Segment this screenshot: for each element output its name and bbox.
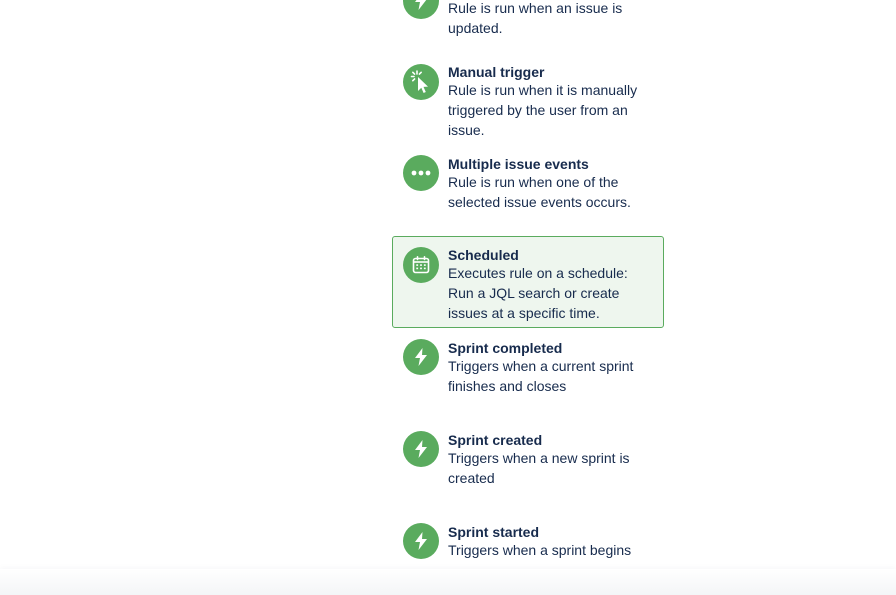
trigger-description: Executes rule on a schedule: Run a JQL s… xyxy=(448,265,628,321)
trigger-item-sprint-completed[interactable]: Sprint completed Triggers when a current… xyxy=(392,330,664,410)
trigger-item-sprint-started[interactable]: Sprint started Triggers when a sprint be… xyxy=(392,514,664,574)
more-dots-icon xyxy=(403,155,439,191)
calendar-icon xyxy=(403,247,439,283)
trigger-item-issue-updated[interactable]: Rule is run when an issue is updated. xyxy=(392,0,664,36)
trigger-description: Triggers when a new sprint is created xyxy=(448,450,630,486)
trigger-description: Rule is run when an issue is updated. xyxy=(448,0,623,36)
trigger-title: Manual trigger xyxy=(448,64,545,80)
trigger-picker: Rule is run when an issue is updated. Ma… xyxy=(0,0,896,595)
trigger-description: Rule is run when one of the selected iss… xyxy=(448,174,631,210)
trigger-item-multiple-issue-events[interactable]: Multiple issue events Rule is run when o… xyxy=(392,146,664,216)
lightning-icon xyxy=(403,431,439,467)
trigger-item-manual-trigger[interactable]: Manual trigger Rule is run when it is ma… xyxy=(392,54,664,142)
lightning-icon xyxy=(403,339,439,375)
trigger-item-scheduled[interactable]: Scheduled Executes rule on a schedule: R… xyxy=(392,236,664,328)
trigger-title: Sprint started xyxy=(448,524,540,540)
trigger-description: Rule is run when it is manually triggere… xyxy=(448,82,638,138)
trigger-description: Triggers when a current sprint finishes … xyxy=(448,358,634,394)
trigger-item-sprint-created[interactable]: Sprint created Triggers when a new sprin… xyxy=(392,422,664,502)
lightning-icon xyxy=(403,0,439,19)
trigger-title: Sprint completed xyxy=(448,340,563,356)
lightning-icon xyxy=(403,523,439,559)
trigger-title: Multiple issue events xyxy=(448,156,589,172)
trigger-title: Scheduled xyxy=(448,247,519,263)
bottom-scroll-fade xyxy=(0,569,896,595)
trigger-title: Sprint created xyxy=(448,432,543,448)
trigger-description: Triggers when a sprint begins xyxy=(448,542,632,558)
cursor-click-icon xyxy=(403,64,439,100)
